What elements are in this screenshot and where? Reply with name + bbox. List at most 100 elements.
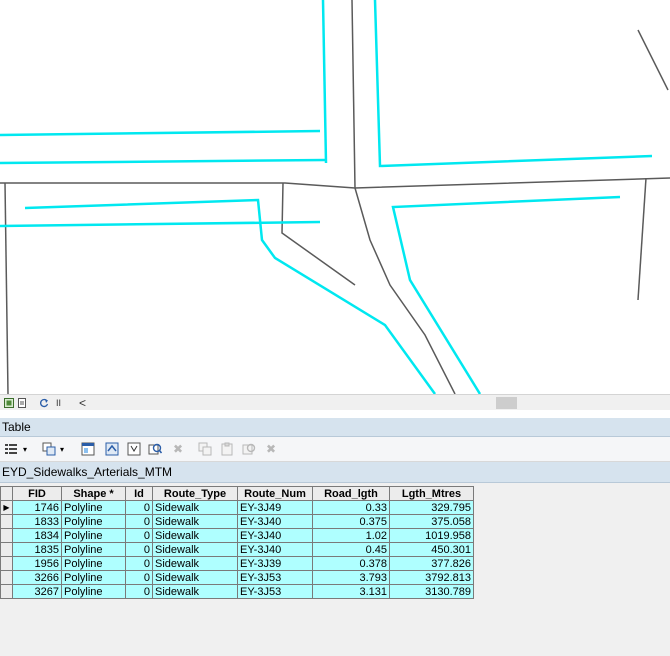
column-header-lgth-mtres[interactable]: Lgth_Mtres <box>389 486 474 501</box>
table-title-label: Table <box>2 420 31 434</box>
table-options-icon[interactable] <box>3 441 19 457</box>
cell-route-num[interactable]: EY-3J53 <box>237 584 313 599</box>
refresh-icon[interactable] <box>37 396 50 409</box>
cell-road-lgth[interactable]: 0.45 <box>312 542 390 557</box>
tab-eyd-sidewalks-arterials-mtm[interactable]: EYD_Sidewalks_Arterials_MTM <box>2 465 172 479</box>
column-header-route-num[interactable]: Route_Num <box>237 486 313 501</box>
row-selector[interactable] <box>0 514 13 529</box>
table-row[interactable]: 1835 Polyline 0 Sidewalk EY-3J40 0.45 45… <box>0 542 474 557</box>
related-tables-icon[interactable] <box>41 441 57 457</box>
row-selector-header[interactable] <box>0 486 13 501</box>
map-canvas[interactable] <box>0 0 670 394</box>
cell-route-num[interactable]: EY-3J40 <box>237 528 313 543</box>
cell-lgth-mtres[interactable]: 375.058 <box>389 514 474 529</box>
cell-fid[interactable]: 1834 <box>12 528 62 543</box>
cell-fid[interactable]: 1835 <box>12 542 62 557</box>
row-selector-current[interactable]: ▶ <box>0 500 13 515</box>
cell-route-type[interactable]: Sidewalk <box>152 556 238 571</box>
cell-id[interactable]: 0 <box>125 500 153 515</box>
chevron-down-icon[interactable]: ▾ <box>57 441 67 457</box>
cell-shape[interactable]: Polyline <box>61 528 126 543</box>
select-by-attributes-icon[interactable] <box>80 441 96 457</box>
cell-lgth-mtres[interactable]: 1019.958 <box>389 528 474 543</box>
cell-road-lgth[interactable]: 0.33 <box>312 500 390 515</box>
cell-route-num[interactable]: EY-3J39 <box>237 556 313 571</box>
row-selector[interactable] <box>0 570 13 585</box>
road-lines <box>0 0 670 394</box>
column-header-fid[interactable]: FID <box>12 486 62 501</box>
cell-shape[interactable]: Polyline <box>61 500 126 515</box>
delete-selected-icon[interactable]: ✖ <box>170 441 186 457</box>
table-row[interactable]: 1833 Polyline 0 Sidewalk EY-3J40 0.375 3… <box>0 514 474 529</box>
column-header-road-lgth[interactable]: Road_lgth <box>312 486 390 501</box>
row-selector[interactable] <box>0 542 13 557</box>
attribute-table: FID Shape * Id Route_Type Route_Num Road… <box>0 486 474 599</box>
cell-shape[interactable]: Polyline <box>61 556 126 571</box>
cell-lgth-mtres[interactable]: 3792.813 <box>389 570 474 585</box>
row-selector[interactable] <box>0 584 13 599</box>
table-row[interactable]: ▶ 1746 Polyline 0 Sidewalk EY-3J49 0.33 … <box>0 500 474 515</box>
cell-id[interactable]: 0 <box>125 514 153 529</box>
row-selector[interactable] <box>0 528 13 543</box>
column-header-shape[interactable]: Shape * <box>61 486 126 501</box>
table-row[interactable]: 1956 Polyline 0 Sidewalk EY-3J39 0.378 3… <box>0 556 474 571</box>
cell-road-lgth[interactable]: 1.02 <box>312 528 390 543</box>
table-row[interactable]: 3267 Polyline 0 Sidewalk EY-3J53 3.131 3… <box>0 584 474 599</box>
column-header-route-type[interactable]: Route_Type <box>152 486 238 501</box>
map-view-bar: II < <box>0 394 670 411</box>
sidewalk-line <box>0 158 326 165</box>
pause-icon[interactable]: II <box>52 396 65 409</box>
spacer <box>0 410 670 418</box>
cell-id[interactable]: 0 <box>125 570 153 585</box>
layout-view-icon[interactable] <box>2 396 15 409</box>
cell-lgth-mtres[interactable]: 450.301 <box>389 542 474 557</box>
road-line <box>354 187 456 394</box>
cell-id[interactable]: 0 <box>125 556 153 571</box>
cell-route-type[interactable]: Sidewalk <box>152 570 238 585</box>
cell-shape[interactable]: Polyline <box>61 570 126 585</box>
cell-fid[interactable]: 1956 <box>12 556 62 571</box>
cell-shape[interactable]: Polyline <box>61 584 126 599</box>
cell-fid[interactable]: 3267 <box>12 584 62 599</box>
cell-route-type[interactable]: Sidewalk <box>152 584 238 599</box>
scroll-left-icon[interactable]: < <box>76 396 89 410</box>
cell-route-type[interactable]: Sidewalk <box>152 500 238 515</box>
column-header-id[interactable]: Id <box>125 486 153 501</box>
cell-route-num[interactable]: EY-3J49 <box>237 500 313 515</box>
cell-route-num[interactable]: EY-3J53 <box>237 570 313 585</box>
cell-route-num[interactable]: EY-3J40 <box>237 514 313 529</box>
cell-id[interactable]: 0 <box>125 542 153 557</box>
cell-route-type[interactable]: Sidewalk <box>152 542 238 557</box>
chevron-down-icon[interactable]: ▾ <box>20 441 30 457</box>
cell-lgth-mtres[interactable]: 377.826 <box>389 556 474 571</box>
table-row[interactable]: 1834 Polyline 0 Sidewalk EY-3J40 1.02 10… <box>0 528 474 543</box>
paste-icon[interactable] <box>219 441 235 457</box>
cell-lgth-mtres[interactable]: 3130.789 <box>389 584 474 599</box>
delete-icon[interactable]: ✖ <box>263 441 279 457</box>
table-row[interactable]: 3266 Polyline 0 Sidewalk EY-3J53 3.793 3… <box>0 570 474 585</box>
cell-fid[interactable]: 3266 <box>12 570 62 585</box>
cell-route-type[interactable]: Sidewalk <box>152 528 238 543</box>
cell-id[interactable]: 0 <box>125 528 153 543</box>
zoom-to-selected-icon[interactable] <box>147 441 163 457</box>
cell-road-lgth[interactable]: 3.793 <box>312 570 390 585</box>
cell-lgth-mtres[interactable]: 329.795 <box>389 500 474 515</box>
horizontal-scrollbar-thumb[interactable] <box>496 397 517 409</box>
copy-icon[interactable] <box>197 441 213 457</box>
cell-road-lgth[interactable]: 0.375 <box>312 514 390 529</box>
cell-shape[interactable]: Polyline <box>61 514 126 529</box>
zoom-icon[interactable] <box>241 441 257 457</box>
map-view[interactable] <box>0 0 670 394</box>
cell-fid[interactable]: 1746 <box>12 500 62 515</box>
cell-fid[interactable]: 1833 <box>12 514 62 529</box>
clear-selection-icon[interactable] <box>126 441 142 457</box>
cell-route-num[interactable]: EY-3J40 <box>237 542 313 557</box>
cell-road-lgth[interactable]: 3.131 <box>312 584 390 599</box>
cell-route-type[interactable]: Sidewalk <box>152 514 238 529</box>
row-selector[interactable] <box>0 556 13 571</box>
cell-id[interactable]: 0 <box>125 584 153 599</box>
cell-shape[interactable]: Polyline <box>61 542 126 557</box>
switch-selection-icon[interactable] <box>104 441 120 457</box>
data-view-icon[interactable] <box>15 396 28 409</box>
cell-road-lgth[interactable]: 0.378 <box>312 556 390 571</box>
